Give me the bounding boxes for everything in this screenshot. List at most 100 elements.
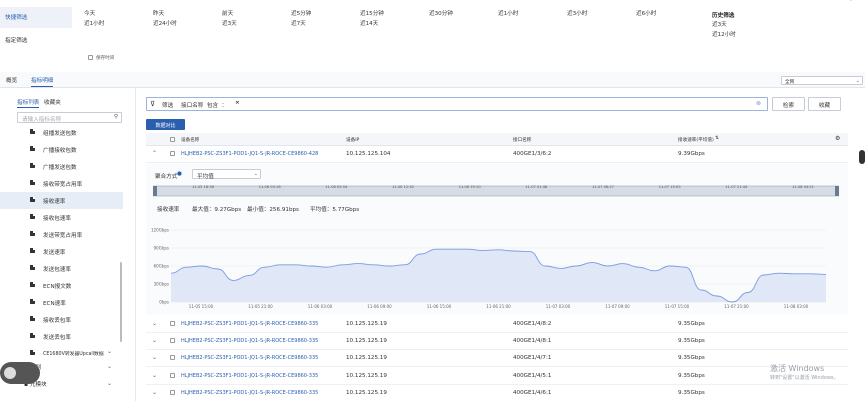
row-checkbox[interactable] xyxy=(170,389,175,395)
quick-filter-tab[interactable]: 快捷筛选 xyxy=(0,7,72,28)
device-name-link[interactable]: HLJHEB2-PSC-ZS3F1-POD1-JQ1-S-JR-ROCE-CE9… xyxy=(181,355,318,361)
chevron-down-icon[interactable]: ⌄ xyxy=(107,380,112,387)
chevron-up-icon[interactable]: ⌃ xyxy=(152,150,157,157)
collapse-icon[interactable]: ˅ xyxy=(849,0,853,7)
device-name-link[interactable]: HLJHEB2-PSC-ZS3F1-POD1-JQ1-S-JR-ROCE-CE9… xyxy=(181,321,318,327)
sidebar-item[interactable]: ECN报文数 xyxy=(0,277,123,294)
sidebar-item[interactable]: 接收包速率 xyxy=(0,209,123,226)
sidebar-item[interactable]: 接收丢包率 xyxy=(0,311,123,328)
filter-bar[interactable]: ⊽ 筛选 接口名称 包含 ： × ⊗ xyxy=(146,97,768,111)
sidebar-item-label: 发送带宽占用率 xyxy=(43,233,83,239)
settings-icon[interactable]: ⚙ xyxy=(835,135,840,142)
opt-1h[interactable]: 近1小时 xyxy=(84,19,104,27)
search-button[interactable]: 检索 xyxy=(772,97,805,111)
timeline-handle-left[interactable] xyxy=(153,186,157,196)
opt-today[interactable]: 今天 xyxy=(84,9,95,17)
sidebar-item[interactable]: 发送速率 xyxy=(0,243,123,260)
device-name-link[interactable]: HLJHEB2-PSC-ZS3F1-POD1-JQ1-S-JR-ROCE-CE9… xyxy=(181,338,318,344)
sidebar-item[interactable]: 发送丢包率 xyxy=(0,328,123,345)
y-tick-label: 0bps xyxy=(159,299,169,304)
table-row-expanded[interactable]: ⌃ HLJHEB2-PSC-ZS3F1-POD1-JQ1-S-JR-ROCE-C… xyxy=(146,146,848,163)
row-checkbox[interactable] xyxy=(170,338,175,344)
save-time-checkbox[interactable] xyxy=(88,55,93,60)
side-handle[interactable] xyxy=(859,150,865,164)
opt-7d[interactable]: 近7天 xyxy=(291,19,306,27)
col-device-ip[interactable]: 设备IP xyxy=(346,137,359,143)
device-name-link[interactable]: HLJHEB2-PSC-ZS3F1-POD1-JQ1-S-JR-ROCE-CE9… xyxy=(181,390,318,396)
table-row[interactable]: ⌄ HLJHEB2-PSC-ZS3F1-POD1-JQ1-S-JR-ROCE-CE… xyxy=(146,333,848,351)
col-device-name[interactable]: 设备名称 xyxy=(181,137,199,143)
select-all-checkbox[interactable] xyxy=(170,137,175,142)
sort-icon[interactable]: ⇅ xyxy=(715,136,719,141)
col-interface[interactable]: 接口名称 xyxy=(513,137,531,143)
chevron-down-icon[interactable]: ⌄ xyxy=(107,348,112,355)
tab-overview[interactable]: 概览 xyxy=(6,76,17,84)
sidebar-item[interactable]: 发送包速率 xyxy=(0,260,123,277)
opt-6h[interactable]: 近6小时 xyxy=(636,9,656,17)
timeline-handle-right[interactable] xyxy=(835,186,839,196)
tab-metric-list[interactable]: 指标列表 xyxy=(17,98,40,108)
agg-select[interactable]: 平均值 ⌄ xyxy=(192,169,261,180)
floating-toggle[interactable] xyxy=(0,362,40,384)
save-time-option[interactable]: 保存时间 xyxy=(88,55,114,61)
device-name-link[interactable]: HLJHEB2-PSC-ZS3F1-POD1-JQ1-S-JR-ROCE-CE9… xyxy=(181,373,318,379)
sidebar-item[interactable]: 广播接收包数 xyxy=(0,141,123,158)
opt-yesterday[interactable]: 昨天 xyxy=(153,9,164,17)
table-row[interactable]: ⌄ HLJHEB2-PSC-ZS3F1-POD1-JQ1-S-JR-ROCE-CE… xyxy=(146,368,848,385)
sidebar-item[interactable]: ECN速率 xyxy=(0,294,123,311)
rx-rate-value: 9.39Gbps xyxy=(678,151,705,157)
sidebar-item[interactable]: 发送带宽占用率 xyxy=(0,226,123,243)
info-icon: ● xyxy=(177,171,182,177)
history-item-2[interactable]: 近12小时 xyxy=(712,30,736,38)
table-row[interactable]: ⌄ HLJHEB2-PSC-ZS3F1-POD1-JQ1-S-JR-ROCE-CE… xyxy=(146,350,848,368)
search-icon[interactable]: ⚲ xyxy=(114,114,118,120)
metric-search-input[interactable]: 请输入指标名称 ⚲ xyxy=(17,112,122,123)
rx-rate-value: 9.35Gbps xyxy=(678,321,705,327)
tab-metric-detail[interactable]: 指标明细 xyxy=(31,76,54,87)
opt-14d[interactable]: 近14天 xyxy=(360,19,378,27)
chevron-down-icon[interactable]: ⌄ xyxy=(152,354,157,361)
chevron-down-icon[interactable]: ⌄ xyxy=(152,389,157,396)
chevron-down-icon[interactable]: ⌄ xyxy=(152,372,157,379)
chevron-down-icon[interactable]: ⌄ xyxy=(152,320,157,327)
opt-15m[interactable]: 近15分钟 xyxy=(360,9,384,17)
opt-daybefore[interactable]: 前天 xyxy=(222,9,233,17)
table-header: 设备名称 设备IP 接口名称 接收速率(平均值) ⇅ ⚙ xyxy=(146,133,848,146)
timeline-slider[interactable]: 11-05 18:38 11-06 03:16 11-06 05:54 11-06 1… xyxy=(153,185,839,197)
table-row[interactable]: ⌄ HLJHEB2-PSC-ZS3F1-POD1-JQ1-S-JR-ROCE-CE… xyxy=(146,316,848,333)
rx-rate-value: 9.35Gbps xyxy=(678,389,705,396)
windows-watermark: 激活 Windows 转到"设置"以激活 Windows。 xyxy=(770,363,839,381)
opt-5m[interactable]: 近5分钟 xyxy=(291,9,311,17)
interface-name: 400GE1/4/7:1 xyxy=(513,355,552,362)
specified-filter-tab[interactable]: 指定筛选 xyxy=(5,36,27,44)
sidebar-item[interactable]: 接收带宽占用率 xyxy=(0,175,123,192)
x-tick-label: 11-06 21:00 xyxy=(486,304,511,309)
sidebar-item[interactable]: 接收速率 xyxy=(0,192,123,209)
opt-3d[interactable]: 近3天 xyxy=(222,19,237,27)
sidebar-scrollbar[interactable] xyxy=(120,262,122,342)
compare-button[interactable]: 数据对比 xyxy=(146,119,185,130)
sidebar-item[interactable]: CE1680V转发器Upcall数据 ⌄ xyxy=(0,345,123,362)
scope-select[interactable]: 全网 ⌄ xyxy=(781,76,863,85)
filter-clear-icon[interactable]: × xyxy=(235,100,240,106)
row-checkbox[interactable] xyxy=(170,372,175,378)
device-name-link[interactable]: HLJHEB2-PSC-ZS3F1-POD1-JQ1-S-JR-ROCE-CE9… xyxy=(181,151,318,157)
sidebar-item[interactable]: 组播发送包数 xyxy=(0,124,123,141)
clear-all-icon[interactable]: ⊗ xyxy=(756,100,761,107)
chevron-down-icon[interactable]: ⌄ xyxy=(107,363,112,370)
row-checkbox[interactable] xyxy=(170,321,175,326)
opt-3h[interactable]: 近3小时 xyxy=(567,9,587,17)
table-row[interactable]: ⌄ HLJHEB2-PSC-ZS3F1-POD1-JQ1-S-JR-ROCE-CE… xyxy=(146,385,848,401)
col-rx-rate[interactable]: 接收速率(平均值) xyxy=(678,137,714,143)
opt-30m[interactable]: 近30分钟 xyxy=(429,9,453,17)
sidebar-item[interactable]: 广播发送包数 xyxy=(0,158,123,175)
sidebar-item-label: 组播发送包数 xyxy=(43,131,77,137)
favorite-button[interactable]: 收藏 xyxy=(808,97,841,111)
history-item-1[interactable]: 近3天 xyxy=(712,20,727,28)
opt-1h-b[interactable]: 近1小时 xyxy=(498,9,518,17)
opt-24h[interactable]: 近24小时 xyxy=(153,19,177,27)
tab-favorites[interactable]: 收藏夹 xyxy=(44,98,61,106)
row-checkbox[interactable] xyxy=(170,151,175,156)
row-checkbox[interactable] xyxy=(170,355,175,361)
chevron-down-icon[interactable]: ⌄ xyxy=(152,337,157,344)
